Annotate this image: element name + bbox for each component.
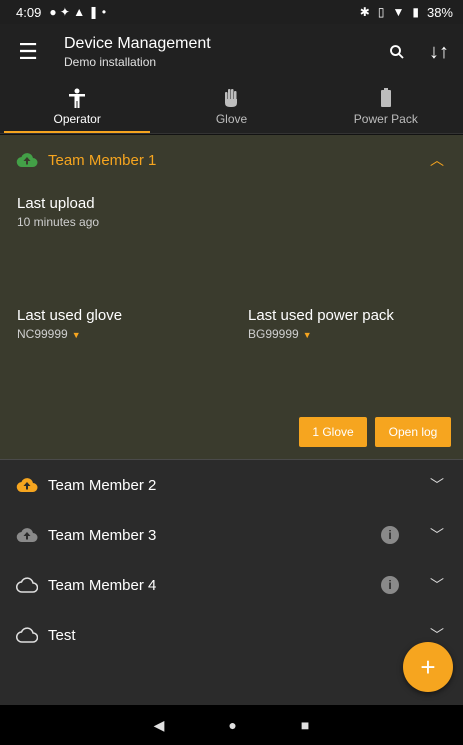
tab-operator-label: Operator xyxy=(53,111,101,126)
member-row[interactable]: Team Member 3 i ﹀ xyxy=(0,510,463,560)
member-name: Team Member 1 xyxy=(48,151,157,169)
tab-power-pack[interactable]: Power Pack xyxy=(309,80,463,133)
back-icon[interactable]: ◀ xyxy=(154,717,165,734)
search-icon[interactable] xyxy=(379,24,415,80)
page-subtitle: Demo installation xyxy=(64,55,157,69)
menu-icon[interactable]: ☰ xyxy=(0,24,56,80)
cloud-upload-icon xyxy=(16,524,38,546)
last-pack-label: Last used power pack xyxy=(248,307,394,324)
member-row[interactable]: Team Member 2 ﹀ xyxy=(0,460,463,510)
team-member-list: Team Member 1 ︿ Last upload 10 minutes a… xyxy=(0,135,463,705)
member-name: Team Member 3 xyxy=(48,526,157,544)
bluetooth-icon: ✱ xyxy=(359,5,370,19)
recents-icon[interactable]: ■ xyxy=(301,717,309,733)
cloud-outline-icon xyxy=(16,624,38,646)
wifi-icon: ▼ xyxy=(392,5,405,19)
chevron-down-icon[interactable]: ﹀ xyxy=(427,575,447,595)
sort-icon[interactable]: ↓↑ xyxy=(415,24,463,80)
info-icon[interactable]: i xyxy=(381,526,399,544)
member-name: Test xyxy=(48,626,76,644)
battery-status-icon: ▮ xyxy=(412,5,419,19)
tab-operator[interactable]: Operator xyxy=(0,80,154,133)
cloud-outline-icon xyxy=(16,574,38,596)
open-log-button[interactable]: Open log xyxy=(375,417,451,447)
last-upload: Last upload 10 minutes ago xyxy=(17,195,99,229)
chevron-down-icon[interactable]: ﹀ xyxy=(427,525,447,545)
battery-percent: 38% xyxy=(426,4,453,20)
vibrate-icon: ▯ xyxy=(377,5,385,19)
last-glove-label: Last used glove xyxy=(17,307,123,324)
member-row[interactable]: Test ﹀ xyxy=(0,610,463,660)
last-glove-value: NC99999 xyxy=(17,327,68,341)
page-title: Device Management xyxy=(64,35,211,52)
last-used-power-pack: Last used power pack BG99999 ▼ xyxy=(248,307,394,341)
last-pack-value: BG99999 xyxy=(248,327,299,341)
app-bar: ☰ Device Management Demo installation ↓↑ xyxy=(0,24,463,80)
info-icon[interactable]: i xyxy=(381,576,399,594)
last-glove-dropdown[interactable]: NC99999 ▼ xyxy=(17,327,122,341)
caret-down-icon: ▼ xyxy=(302,330,312,340)
battery-icon xyxy=(380,87,392,108)
caret-down-icon: ▼ xyxy=(71,330,81,340)
hand-icon xyxy=(222,88,240,108)
notification-icon: ● ✦ ▲ ❚ • xyxy=(49,5,107,19)
last-used-glove: Last used glove NC99999 ▼ xyxy=(17,307,122,341)
glove-count-button[interactable]: 1 Glove xyxy=(299,417,367,447)
tab-glove-label: Glove xyxy=(215,111,248,126)
status-time: 4:09 xyxy=(16,4,42,20)
last-upload-value: 10 minutes ago xyxy=(17,215,100,229)
cloud-upload-icon xyxy=(16,149,38,171)
add-member-button[interactable]: + xyxy=(403,642,453,692)
chevron-down-icon[interactable]: ﹀ xyxy=(427,475,447,495)
status-bar: 4:09 ● ✦ ▲ ❚ • ✱ ▯ ▼ ▮ 38% xyxy=(0,0,463,24)
member-name: Team Member 4 xyxy=(48,576,157,594)
chevron-up-icon[interactable]: ︿ xyxy=(427,150,447,170)
tab-power-pack-label: Power Pack xyxy=(353,111,418,126)
last-pack-dropdown[interactable]: BG99999 ▼ xyxy=(248,327,394,341)
home-icon[interactable]: ● xyxy=(228,717,236,733)
member-row-expanded[interactable]: Team Member 1 ︿ xyxy=(0,135,463,185)
system-nav-bar: ◀ ● ■ xyxy=(0,705,463,745)
member-name: Team Member 2 xyxy=(48,476,157,494)
cloud-upload-icon xyxy=(16,474,38,496)
member-row[interactable]: Team Member 4 i ﹀ xyxy=(0,560,463,610)
tab-bar: Operator Glove Power Pack xyxy=(0,80,463,134)
person-icon xyxy=(68,88,86,108)
expanded-member-card: Team Member 1 ︿ Last upload 10 minutes a… xyxy=(0,135,463,460)
tab-glove[interactable]: Glove xyxy=(154,80,308,133)
last-upload-label: Last upload xyxy=(17,195,95,212)
